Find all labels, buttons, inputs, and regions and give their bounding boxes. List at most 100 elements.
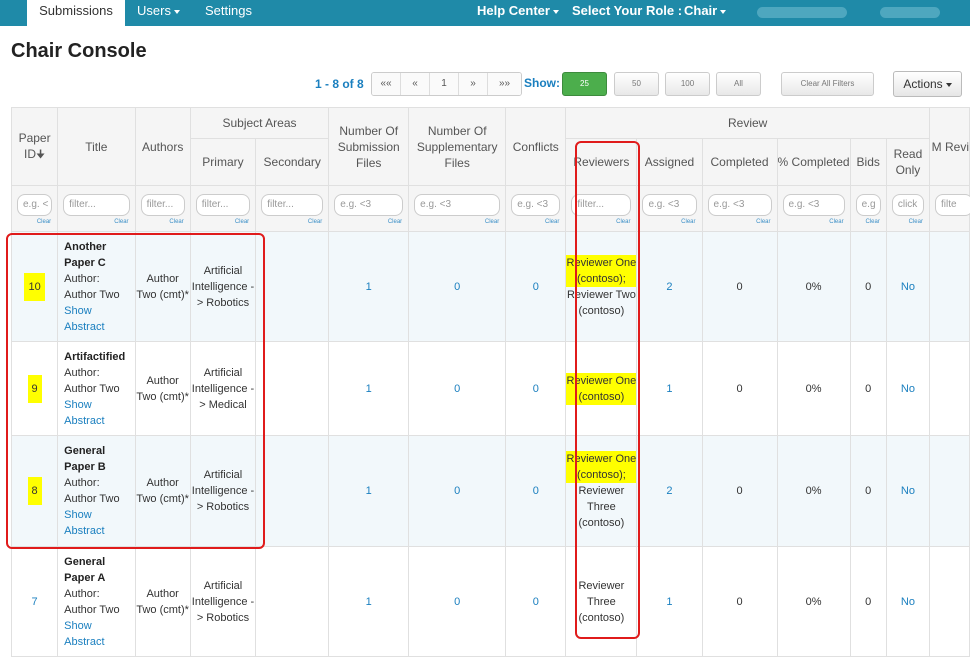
page-size-25-button[interactable]: 25 — [562, 72, 607, 96]
clear-filter-link[interactable]: Clear — [308, 219, 322, 225]
read-only-link[interactable]: No — [901, 281, 915, 293]
filter-reviewers-input[interactable]: filter... — [571, 194, 632, 216]
paper-id-link[interactable]: 8 — [27, 477, 42, 505]
clear-filter-link[interactable]: Clear — [235, 219, 249, 225]
pager-prev[interactable]: « — [401, 73, 430, 95]
clear-filter-link[interactable]: Clear — [681, 219, 695, 225]
page-size-all-button[interactable]: All — [716, 72, 761, 96]
clear-filter-link[interactable]: Clear — [829, 219, 843, 225]
submission-files-link[interactable]: 1 — [366, 383, 372, 395]
col-header-more-reviewers[interactable]: M Revi — [928, 107, 970, 186]
clear-filter-link[interactable]: Clear — [545, 219, 559, 225]
abstract-link[interactable]: Abstract — [64, 319, 134, 335]
col-header-conflicts[interactable]: Conflicts — [505, 107, 567, 186]
read-only-link[interactable]: No — [901, 596, 915, 608]
col-header-assigned[interactable]: Assigned — [636, 138, 703, 186]
reviewer-name: Reviewer Two (contoso) — [566, 288, 636, 317]
col-header-title[interactable]: Title — [57, 107, 136, 186]
col-header-submission-files[interactable]: Number Of Submission Files — [328, 107, 410, 186]
submission-files-link[interactable]: 1 — [366, 281, 372, 293]
select-role-label: Select Your Role : — [572, 3, 683, 18]
assigned-link[interactable]: 1 — [666, 596, 672, 608]
filter-cell: filte — [928, 185, 970, 232]
abstract-link[interactable]: Abstract — [64, 634, 134, 650]
submission-files-cell: 1 — [328, 435, 410, 547]
col-header-pct-completed[interactable]: % Completed — [776, 138, 851, 186]
role-dropdown[interactable]: Chair — [684, 0, 727, 26]
nav-users[interactable]: Users — [137, 0, 180, 26]
submission-files-link[interactable]: 1 — [366, 485, 372, 497]
pagination: «« « 1 » »» — [371, 72, 522, 96]
filter-bids-input[interactable]: e.g — [855, 194, 881, 216]
filter-conflicts-input[interactable]: e.g. <3 — [511, 194, 561, 216]
abstract-link[interactable]: Abstract — [64, 413, 134, 429]
conflicts-link[interactable]: 0 — [533, 281, 539, 293]
pager-next[interactable]: » — [459, 73, 488, 95]
bids-cell: 0 — [849, 435, 887, 547]
supplementary-files-link[interactable]: 0 — [454, 383, 460, 395]
actions-dropdown-button[interactable]: Actions — [893, 71, 962, 97]
clear-filter-link[interactable]: Clear — [866, 219, 880, 225]
clear-all-filters-button[interactable]: Clear All Filters — [781, 72, 874, 96]
clear-filter-link[interactable]: Clear — [37, 219, 51, 225]
filter-assigned-input[interactable]: e.g. <3 — [642, 194, 697, 216]
show-abstract-link[interactable]: Show — [64, 303, 134, 319]
filter-completed-input[interactable]: e.g. <3 — [707, 194, 772, 216]
col-header-bids[interactable]: Bids — [849, 138, 887, 186]
read-only-link[interactable]: No — [901, 383, 915, 395]
nav-help-center[interactable]: Help Center — [477, 0, 559, 26]
filter-supplementary-files-input[interactable]: e.g. <3 — [414, 194, 501, 216]
conflicts-link[interactable]: 0 — [533, 596, 539, 608]
assigned-link[interactable]: 2 — [666, 485, 672, 497]
col-header-supplementary-files[interactable]: Number Of Supplementary Files — [408, 107, 507, 186]
clear-filter-link[interactable]: Clear — [616, 219, 630, 225]
filter-read-only-input[interactable]: click — [891, 194, 924, 216]
assigned-link[interactable]: 1 — [666, 383, 672, 395]
nav-settings[interactable]: Settings — [205, 0, 252, 26]
paper-id-link[interactable]: 7 — [28, 588, 42, 616]
conflicts-link[interactable]: 0 — [533, 383, 539, 395]
col-header-paper-id[interactable]: Paper ID🠋 — [10, 107, 59, 186]
page-size-50-button[interactable]: 50 — [614, 72, 659, 96]
nav-submissions[interactable]: Submissions — [27, 0, 125, 26]
filter-primary-input[interactable]: filter... — [195, 194, 251, 216]
filter-more-input[interactable]: filte — [934, 194, 970, 216]
clear-filter-link[interactable]: Clear — [388, 219, 402, 225]
filter-pct-completed-input[interactable]: e.g. <3 — [782, 194, 845, 216]
clear-filter-link[interactable]: Clear — [756, 219, 770, 225]
assigned-link[interactable]: 2 — [666, 281, 672, 293]
col-header-secondary[interactable]: Secondary — [255, 138, 330, 186]
filter-authors-input[interactable]: filter... — [140, 194, 185, 216]
conflicts-link[interactable]: 0 — [533, 485, 539, 497]
supplementary-files-link[interactable]: 0 — [454, 281, 460, 293]
supplementary-files-link[interactable]: 0 — [454, 596, 460, 608]
author-label: Author: — [64, 477, 100, 489]
page-size-100-button[interactable]: 100 — [665, 72, 710, 96]
supplementary-files-link[interactable]: 0 — [454, 485, 460, 497]
submission-files-link[interactable]: 1 — [366, 596, 372, 608]
clear-filter-link[interactable]: Clear — [114, 219, 128, 225]
paper-id-link[interactable]: 10 — [24, 272, 45, 301]
clear-filter-link[interactable]: Clear — [485, 219, 499, 225]
chevron-down-icon — [552, 9, 559, 14]
clear-filter-link[interactable]: Clear — [169, 219, 183, 225]
paper-id-link[interactable]: 9 — [27, 374, 42, 403]
col-header-reviewers[interactable]: Reviewers — [565, 138, 638, 186]
col-header-completed[interactable]: Completed — [701, 138, 778, 186]
filter-secondary-input[interactable]: filter... — [261, 194, 324, 216]
clear-filter-link[interactable]: Clear — [909, 219, 923, 225]
pager-page-1[interactable]: 1 — [430, 73, 459, 95]
show-abstract-link[interactable]: Show — [64, 618, 134, 634]
pager-first[interactable]: «« — [372, 73, 401, 95]
show-abstract-link[interactable]: Show — [64, 507, 134, 523]
show-abstract-link[interactable]: Show — [64, 397, 134, 413]
filter-paper-id-input[interactable]: e.g. < — [17, 194, 53, 216]
col-header-primary[interactable]: Primary — [189, 138, 257, 186]
col-header-authors[interactable]: Authors — [134, 107, 191, 186]
filter-title-input[interactable]: filter... — [63, 194, 130, 216]
read-only-link[interactable]: No — [901, 485, 915, 497]
abstract-link[interactable]: Abstract — [64, 523, 134, 539]
pager-last[interactable]: »» — [488, 73, 521, 95]
col-header-read-only[interactable]: Read Only — [885, 138, 930, 186]
filter-submission-files-input[interactable]: e.g. <3 — [334, 194, 404, 216]
